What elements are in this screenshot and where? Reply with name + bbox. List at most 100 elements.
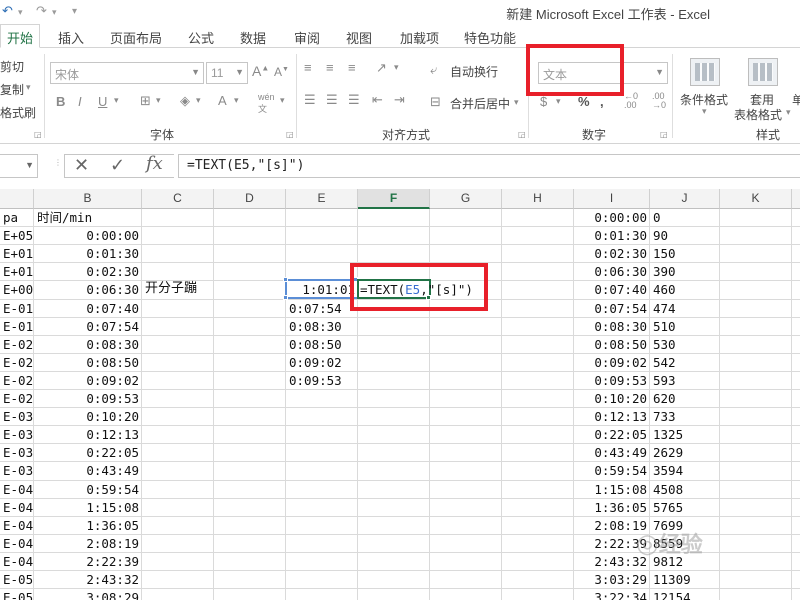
cell-j[interactable]: 460	[650, 281, 720, 299]
accounting-dropdown-icon[interactable]: ▾	[556, 96, 561, 107]
orientation-dropdown-icon[interactable]: ▾	[394, 62, 399, 73]
cell-e[interactable]: 0:08:50	[286, 336, 358, 354]
phonetic-dropdown-icon[interactable]: ▾	[280, 95, 285, 106]
enter-icon[interactable]: ✓	[110, 155, 125, 179]
cell-i[interactable]: 0:00:00	[574, 209, 650, 227]
cell-a[interactable]: E-05	[0, 571, 34, 589]
cell-i[interactable]: 0:10:20	[574, 390, 650, 408]
font-launcher-icon[interactable]: ◲	[286, 130, 294, 139]
merge-center-button[interactable]: 合并后居中	[450, 95, 510, 112]
font-name-combo[interactable]: 宋体 ▼	[50, 62, 204, 84]
cell-j[interactable]: 1325	[650, 426, 720, 444]
phonetic-icon[interactable]: wén 文	[258, 92, 275, 115]
fill-color-icon[interactable]: ◈	[180, 93, 190, 109]
cell-a[interactable]: E+01	[0, 263, 34, 281]
underline-button[interactable]: U	[98, 94, 107, 109]
format-as-table-label-2[interactable]: 表格格式	[734, 106, 782, 123]
tab-addins[interactable]: 加载项	[400, 28, 439, 47]
cell-a[interactable]: E-01	[0, 300, 34, 318]
cell-i[interactable]: 0:01:30	[574, 227, 650, 245]
conditional-formatting-icon[interactable]	[690, 58, 720, 86]
cell-a[interactable]: E-04	[0, 517, 34, 535]
cell-j[interactable]: 12154	[650, 589, 720, 600]
cell-j[interactable]: 90	[650, 227, 720, 245]
cell-i[interactable]: 3:22:34	[574, 589, 650, 600]
cell-b[interactable]: 0:59:54	[34, 481, 142, 499]
format-as-table-dropdown-icon[interactable]: ▾	[786, 107, 791, 118]
cell-j[interactable]: 390	[650, 263, 720, 281]
tab-formulas[interactable]: 公式	[188, 28, 214, 47]
cell-c4[interactable]: 开分子蹦	[142, 279, 214, 297]
underline-dropdown-icon[interactable]: ▾	[114, 95, 119, 106]
cell-j[interactable]: 2629	[650, 444, 720, 462]
column-header-j[interactable]: J	[650, 189, 720, 209]
percent-button[interactable]: %	[578, 94, 590, 109]
cell-a[interactable]: E-05	[0, 589, 34, 600]
cell-i[interactable]: 0:43:49	[574, 444, 650, 462]
cell-b[interactable]: 0:02:30	[34, 263, 142, 281]
wrap-text-icon[interactable]: ⤶	[430, 62, 437, 78]
accounting-format-icon[interactable]: $	[540, 94, 547, 109]
cell-b[interactable]: 0:43:49	[34, 462, 142, 480]
cell-b[interactable]: 0:22:05	[34, 444, 142, 462]
cell-j[interactable]: 11309	[650, 571, 720, 589]
cell-a[interactable]: E-03	[0, 408, 34, 426]
column-header-l[interactable]	[792, 189, 800, 209]
cell-j[interactable]: 733	[650, 408, 720, 426]
clipboard-launcher-icon[interactable]: ◲	[34, 130, 42, 139]
grow-font-icon[interactable]: A▲	[252, 63, 269, 79]
cell-i[interactable]: 3:03:29	[574, 571, 650, 589]
cell-j[interactable]: 4508	[650, 481, 720, 499]
worksheet-grid[interactable]: pa E+05 E+01 E+01 E+00 E-01 E-01 E-02 E-02 E-02 E-…	[0, 209, 800, 600]
cell-a[interactable]: E-02	[0, 336, 34, 354]
cell-j[interactable]: 593	[650, 372, 720, 390]
merge-dropdown-icon[interactable]: ▾	[514, 97, 519, 108]
cell-b[interactable]: 0:00:00	[34, 227, 142, 245]
font-color-dropdown-icon[interactable]: ▾	[234, 95, 239, 106]
cell-a[interactable]: E-02	[0, 354, 34, 372]
column-header-f[interactable]: F	[358, 189, 430, 209]
column-header-g[interactable]: G	[430, 189, 502, 209]
border-icon[interactable]: ⊞	[140, 93, 151, 109]
tab-page-layout[interactable]: 页面布局	[110, 28, 162, 47]
comma-style-button[interactable]: ,	[600, 94, 604, 109]
column-header-i[interactable]: I	[574, 189, 650, 209]
cell-a[interactable]: pa	[0, 209, 34, 227]
format-painter-button[interactable]: 格式刷	[0, 104, 36, 121]
cell-i[interactable]: 0:09:02	[574, 354, 650, 372]
conditional-formatting-dropdown-icon[interactable]: ▾	[702, 106, 707, 117]
cell-e[interactable]: 0:08:30	[286, 318, 358, 336]
cut-button[interactable]: 剪切	[0, 58, 24, 75]
cell-a[interactable]: E-04	[0, 553, 34, 571]
cell-b[interactable]: 0:07:40	[34, 300, 142, 318]
cell-b[interactable]: 1:36:05	[34, 517, 142, 535]
cell-i[interactable]: 0:08:50	[574, 336, 650, 354]
decrease-indent-icon[interactable]: ⇤	[372, 92, 383, 108]
cell-b[interactable]: 0:10:20	[34, 408, 142, 426]
decrease-decimal-icon[interactable]: .00 →0	[652, 92, 666, 110]
border-dropdown-icon[interactable]: ▾	[156, 95, 161, 106]
cancel-icon[interactable]: ✕	[74, 155, 89, 179]
cell-e[interactable]: 0:09:02	[286, 354, 358, 372]
cell-b[interactable]: 1:15:08	[34, 499, 142, 517]
align-middle-icon[interactable]: ≡	[326, 60, 334, 75]
cell-b[interactable]: 2:43:32	[34, 571, 142, 589]
cell-b[interactable]: 0:01:30	[34, 245, 142, 263]
cell-j[interactable]: 474	[650, 300, 720, 318]
cell-b[interactable]: 时间/min	[34, 209, 142, 227]
cell-b[interactable]: 2:22:39	[34, 553, 142, 571]
cell-a[interactable]: E-04	[0, 481, 34, 499]
cell-j[interactable]: 0	[650, 209, 720, 227]
column-header-k[interactable]: K	[720, 189, 792, 209]
cell-j[interactable]: 150	[650, 245, 720, 263]
cell-j[interactable]: 5765	[650, 499, 720, 517]
tab-review[interactable]: 审阅	[294, 28, 320, 47]
cell-j[interactable]: 542	[650, 354, 720, 372]
cell-b[interactable]: 3:08:29	[34, 589, 142, 600]
insert-function-icon[interactable]: fx	[146, 153, 163, 177]
cell-j[interactable]: 3594	[650, 462, 720, 480]
alignment-launcher-icon[interactable]: ◲	[518, 130, 526, 139]
increase-indent-icon[interactable]: ⇥	[394, 92, 405, 108]
fill-dropdown-icon[interactable]: ▾	[196, 95, 201, 106]
copy-dropdown-icon[interactable]: ▾	[26, 82, 31, 93]
